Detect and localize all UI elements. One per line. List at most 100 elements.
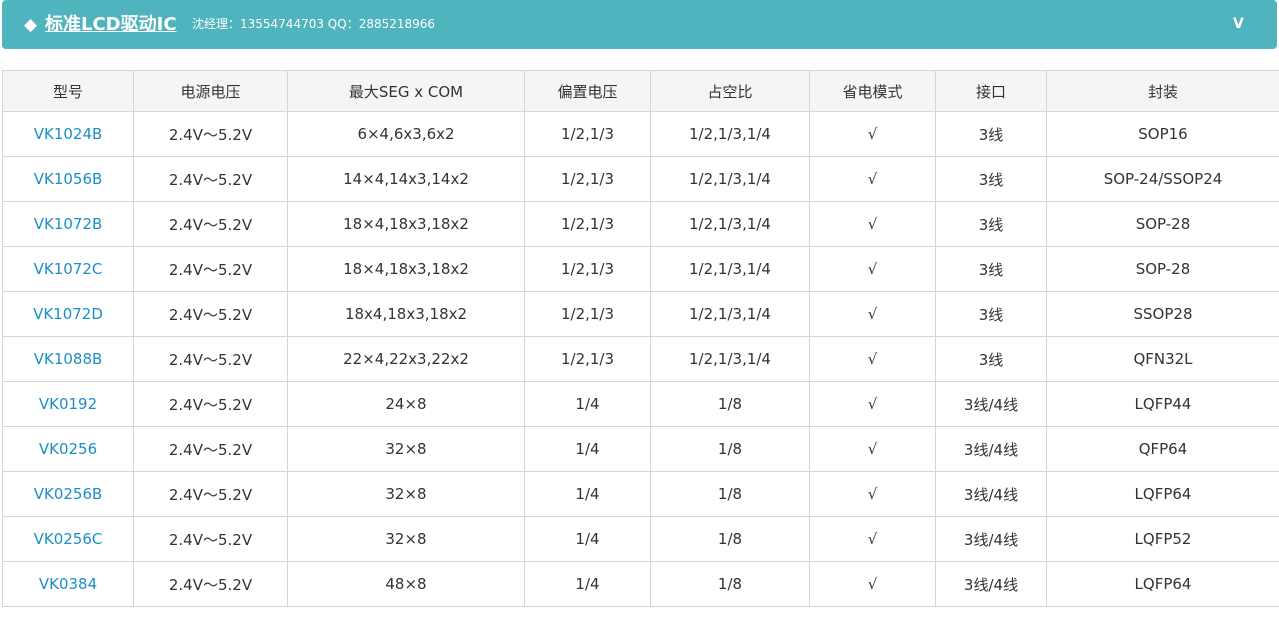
max-seg-com-cell: 18×4,18x3,18x2 bbox=[287, 246, 525, 292]
diamond-icon: ◆ bbox=[24, 15, 38, 35]
model-link[interactable]: VK0384 bbox=[2, 561, 134, 607]
column-header-interface: 接口 bbox=[935, 70, 1047, 112]
duty-cell: 1/8 bbox=[650, 471, 810, 517]
section-title-link[interactable]: 标准LCD驱动IC bbox=[45, 13, 177, 37]
bias-cell: 1/2,1/3 bbox=[524, 156, 651, 202]
bias-cell: 1/2,1/3 bbox=[524, 291, 651, 337]
interface-cell: 3线 bbox=[935, 246, 1047, 292]
duty-cell: 1/2,1/3,1/4 bbox=[650, 336, 810, 382]
model-link[interactable]: VK1024B bbox=[2, 111, 134, 157]
package-cell: SOP-28 bbox=[1046, 201, 1279, 247]
column-header-bias: 偏置电压 bbox=[524, 70, 651, 112]
chevron-down-icon[interactable]: V bbox=[1233, 14, 1244, 34]
bias-cell: 1/2,1/3 bbox=[524, 246, 651, 292]
package-cell: LQFP44 bbox=[1046, 381, 1279, 427]
supply-voltage-cell: 2.4V～5.2V bbox=[133, 381, 288, 427]
interface-cell: 3线 bbox=[935, 291, 1047, 337]
column-header-duty: 占空比 bbox=[650, 70, 810, 112]
column-header-max-seg-com: 最大SEG x COM bbox=[287, 70, 525, 112]
bias-cell: 1/2,1/3 bbox=[524, 201, 651, 247]
model-link[interactable]: VK1056B bbox=[2, 156, 134, 202]
bias-cell: 1/4 bbox=[524, 381, 651, 427]
supply-voltage-cell: 2.4V～5.2V bbox=[133, 201, 288, 247]
table-row: VK1072C 2.4V～5.2V 18×4,18x3,18x2 1/2,1/3 1/2… bbox=[2, 246, 1279, 292]
interface-cell: 3线/4线 bbox=[935, 471, 1047, 517]
power-save-check-cell: √ bbox=[809, 471, 936, 517]
package-cell: QFN32L bbox=[1046, 336, 1279, 382]
package-cell: LQFP64 bbox=[1046, 561, 1279, 607]
interface-cell: 3线 bbox=[935, 156, 1047, 202]
model-link[interactable]: VK1072C bbox=[2, 246, 134, 292]
max-seg-com-cell: 48×8 bbox=[287, 561, 525, 607]
interface-cell: 3线 bbox=[935, 111, 1047, 157]
power-save-check-cell: √ bbox=[809, 111, 936, 157]
package-cell: LQFP52 bbox=[1046, 516, 1279, 562]
model-link[interactable]: VK0192 bbox=[2, 381, 134, 427]
max-seg-com-cell: 32×8 bbox=[287, 471, 525, 517]
duty-cell: 1/8 bbox=[650, 426, 810, 472]
table-header-row: 型号 电源电压 最大SEG x COM 偏置电压 占空比 省电模式 接口 封装 bbox=[2, 70, 1279, 112]
table-row: VK1072D 2.4V～5.2V 18x4,18x3,18x2 1/2,1/3 1/2… bbox=[2, 291, 1279, 337]
column-header-power-save: 省电模式 bbox=[809, 70, 936, 112]
bias-cell: 1/4 bbox=[524, 561, 651, 607]
column-header-package: 封装 bbox=[1046, 70, 1279, 112]
duty-cell: 1/2,1/3,1/4 bbox=[650, 291, 810, 337]
model-link[interactable]: VK1088B bbox=[2, 336, 134, 382]
supply-voltage-cell: 2.4V～5.2V bbox=[133, 471, 288, 517]
bias-cell: 1/4 bbox=[524, 516, 651, 562]
duty-cell: 1/2,1/3,1/4 bbox=[650, 156, 810, 202]
table-row: VK0256 2.4V～5.2V 32×8 1/4 1/8 √ 3线/4线 QFP64 bbox=[2, 426, 1279, 472]
max-seg-com-cell: 22×4,22x3,22x2 bbox=[287, 336, 525, 382]
interface-cell: 3线 bbox=[935, 201, 1047, 247]
section-header[interactable]: ◆ 标准LCD驱动IC 沈经理：13554744703 QQ：288521896… bbox=[2, 0, 1277, 49]
model-link[interactable]: VK1072B bbox=[2, 201, 134, 247]
max-seg-com-cell: 24×8 bbox=[287, 381, 525, 427]
table-row: VK1088B 2.4V～5.2V 22×4,22x3,22x2 1/2,1/3 1/2… bbox=[2, 336, 1279, 382]
lcd-driver-table: 型号 电源电压 最大SEG x COM 偏置电压 占空比 省电模式 接口 封装 … bbox=[2, 70, 1279, 607]
max-seg-com-cell: 32×8 bbox=[287, 426, 525, 472]
supply-voltage-cell: 2.4V～5.2V bbox=[133, 426, 288, 472]
interface-cell: 3线 bbox=[935, 336, 1047, 382]
supply-voltage-cell: 2.4V～5.2V bbox=[133, 156, 288, 202]
supply-voltage-cell: 2.4V～5.2V bbox=[133, 246, 288, 292]
package-cell: QFP64 bbox=[1046, 426, 1279, 472]
package-cell: SOP-24/SSOP24 bbox=[1046, 156, 1279, 202]
duty-cell: 1/2,1/3,1/4 bbox=[650, 111, 810, 157]
max-seg-com-cell: 18×4,18x3,18x2 bbox=[287, 201, 525, 247]
max-seg-com-cell: 32×8 bbox=[287, 516, 525, 562]
table-row: VK1072B 2.4V～5.2V 18×4,18x3,18x2 1/2,1/3 1/2… bbox=[2, 201, 1279, 247]
power-save-check-cell: √ bbox=[809, 246, 936, 292]
contact-info: 沈经理：13554744703 QQ：2885218966 bbox=[192, 17, 436, 31]
interface-cell: 3线/4线 bbox=[935, 381, 1047, 427]
duty-cell: 1/2,1/3,1/4 bbox=[650, 246, 810, 292]
column-header-model: 型号 bbox=[2, 70, 134, 112]
bias-cell: 1/2,1/3 bbox=[524, 111, 651, 157]
model-link[interactable]: VK0256B bbox=[2, 471, 134, 517]
bias-cell: 1/4 bbox=[524, 426, 651, 472]
bias-cell: 1/2,1/3 bbox=[524, 336, 651, 382]
power-save-check-cell: √ bbox=[809, 201, 936, 247]
supply-voltage-cell: 2.4V～5.2V bbox=[133, 516, 288, 562]
max-seg-com-cell: 18x4,18x3,18x2 bbox=[287, 291, 525, 337]
supply-voltage-cell: 2.4V～5.2V bbox=[133, 336, 288, 382]
model-link[interactable]: VK1072D bbox=[2, 291, 134, 337]
package-cell: SOP-28 bbox=[1046, 246, 1279, 292]
power-save-check-cell: √ bbox=[809, 291, 936, 337]
duty-cell: 1/2,1/3,1/4 bbox=[650, 201, 810, 247]
max-seg-com-cell: 6×4,6x3,6x2 bbox=[287, 111, 525, 157]
table-row: VK1024B 2.4V～5.2V 6×4,6x3,6x2 1/2,1/3 1/2,1/… bbox=[2, 111, 1279, 157]
model-link[interactable]: VK0256C bbox=[2, 516, 134, 562]
power-save-check-cell: √ bbox=[809, 336, 936, 382]
interface-cell: 3线/4线 bbox=[935, 426, 1047, 472]
table-row: VK0384 2.4V～5.2V 48×8 1/4 1/8 √ 3线/4线 LQFP64 bbox=[2, 561, 1279, 607]
package-cell: LQFP64 bbox=[1046, 471, 1279, 517]
max-seg-com-cell: 14×4,14x3,14x2 bbox=[287, 156, 525, 202]
package-cell: SOP16 bbox=[1046, 111, 1279, 157]
power-save-check-cell: √ bbox=[809, 381, 936, 427]
bias-cell: 1/4 bbox=[524, 471, 651, 517]
model-link[interactable]: VK0256 bbox=[2, 426, 134, 472]
package-cell: SSOP28 bbox=[1046, 291, 1279, 337]
table-row: VK1056B 2.4V～5.2V 14×4,14x3,14x2 1/2,1/3 1/2… bbox=[2, 156, 1279, 202]
supply-voltage-cell: 2.4V～5.2V bbox=[133, 111, 288, 157]
interface-cell: 3线/4线 bbox=[935, 516, 1047, 562]
